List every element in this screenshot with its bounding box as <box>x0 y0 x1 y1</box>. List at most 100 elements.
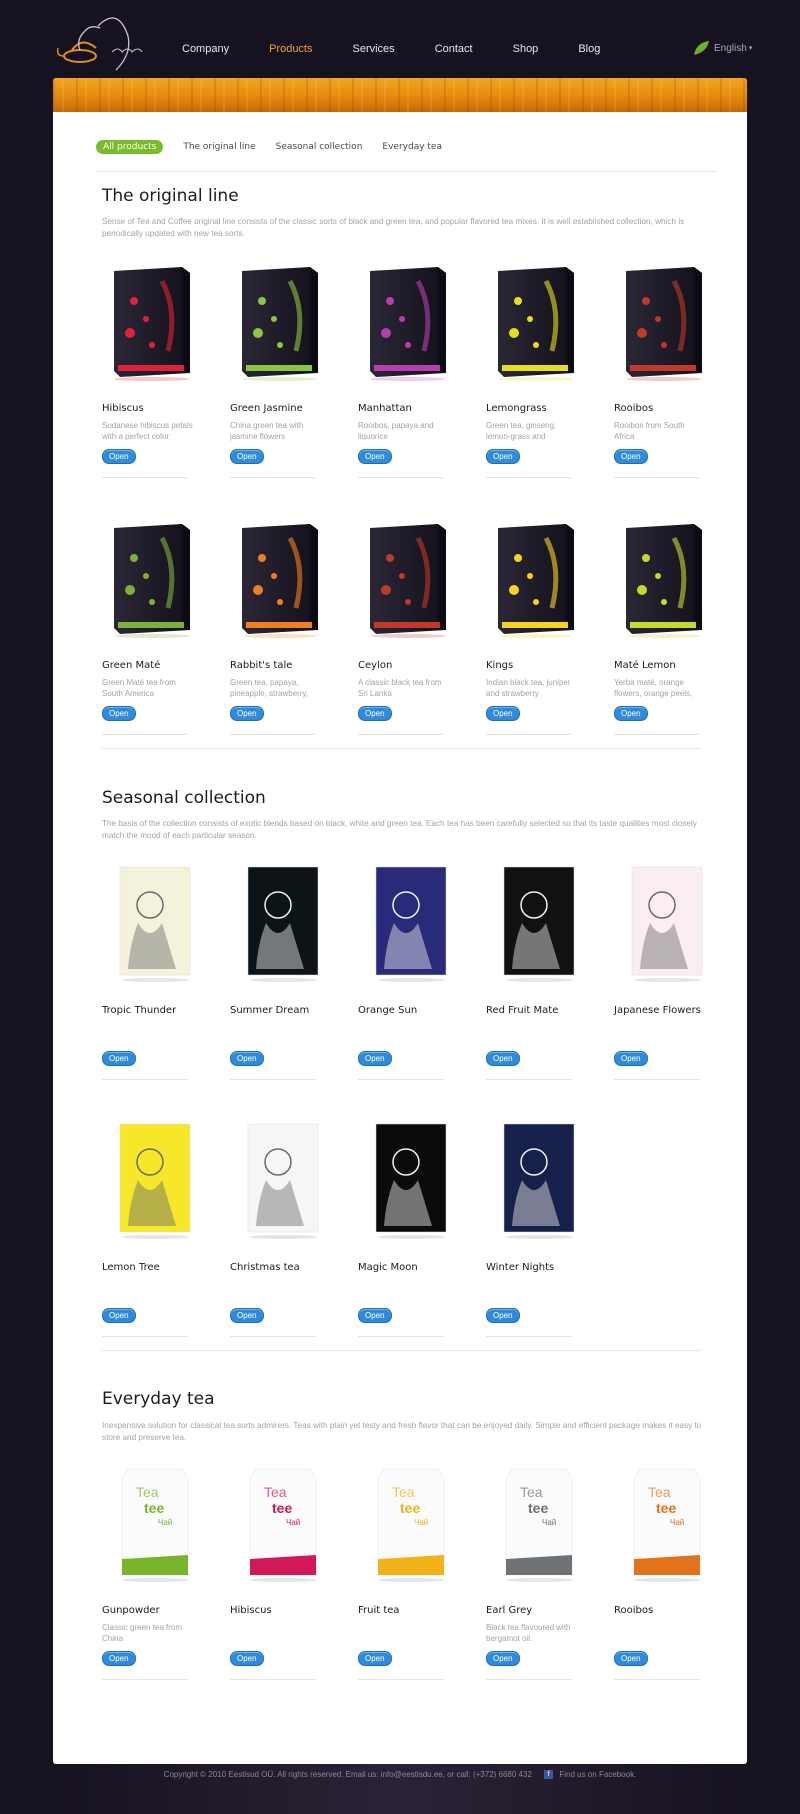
card-divider <box>230 1336 315 1337</box>
open-button[interactable]: Open <box>614 1051 648 1066</box>
open-button[interactable]: Open <box>230 1651 264 1666</box>
tab-original-line[interactable]: The original line <box>183 142 255 152</box>
product-image[interactable]: Tea tee Чай <box>102 1463 202 1583</box>
open-button[interactable]: Open <box>358 449 392 464</box>
language-selector[interactable]: English ▾ <box>692 40 752 56</box>
open-button[interactable]: Open <box>614 706 648 721</box>
facebook-icon[interactable]: f <box>544 1770 554 1780</box>
open-button[interactable]: Open <box>230 1051 264 1066</box>
section-divider <box>102 748 702 749</box>
svg-text:Чай: Чай <box>158 1518 172 1527</box>
open-button[interactable]: Open <box>230 706 264 721</box>
product-image[interactable] <box>102 863 202 983</box>
product-image[interactable] <box>230 1120 330 1240</box>
product-description <box>230 1622 322 1644</box>
product-name: Orange Sun <box>358 1005 418 1016</box>
product-name: Summer Dream <box>230 1005 310 1016</box>
open-button[interactable]: Open <box>358 1651 392 1666</box>
product-name: Tropic Thunder <box>102 1005 177 1016</box>
product-image[interactable]: Tea tee Чай <box>230 1463 330 1583</box>
product-image[interactable] <box>102 261 202 381</box>
product-description <box>230 1022 322 1044</box>
product-image[interactable] <box>614 518 714 638</box>
card-divider <box>614 1079 699 1080</box>
site-footer: Copyright © 2010 Eestisud OÜ. All rights… <box>0 1770 800 1780</box>
open-button[interactable]: Open <box>486 1308 520 1323</box>
svg-text:tee: tee <box>272 1500 292 1516</box>
card-divider <box>358 477 443 478</box>
product-description <box>486 1022 578 1044</box>
product-description: Black tea flavoured with bergamot oil. <box>486 1623 571 1643</box>
open-button[interactable]: Open <box>102 1308 136 1323</box>
open-button[interactable]: Open <box>358 1051 392 1066</box>
svg-text:Tea: Tea <box>392 1484 415 1500</box>
open-button[interactable]: Open <box>102 449 136 464</box>
product-image[interactable] <box>358 1120 458 1240</box>
tab-seasonal-collection[interactable]: Seasonal collection <box>276 142 363 152</box>
sense-logo[interactable] <box>50 6 154 72</box>
tab-all-products[interactable]: All products <box>96 140 164 154</box>
card-divider <box>486 734 571 735</box>
product-image[interactable] <box>102 518 202 638</box>
card-divider <box>358 1079 443 1080</box>
product-name: Maté Lemon <box>614 660 676 671</box>
product-name: Gunpowder <box>102 1605 160 1616</box>
card-divider <box>486 1679 571 1680</box>
product-image[interactable]: Tea tee Чай <box>486 1463 586 1583</box>
card-divider <box>358 1336 443 1337</box>
product-description: China green tea with jasmine flowers <box>230 421 304 441</box>
product-image[interactable] <box>230 863 330 983</box>
open-button[interactable]: Open <box>102 1651 136 1666</box>
nav-contact[interactable]: Contact <box>435 43 473 55</box>
product-image[interactable] <box>486 1120 586 1240</box>
nav-services[interactable]: Services <box>353 43 395 55</box>
product-name: Fruit tea <box>358 1605 400 1616</box>
product-description <box>230 1279 322 1301</box>
open-button[interactable]: Open <box>358 1308 392 1323</box>
product-name: Green Jasmine <box>230 403 303 414</box>
open-button[interactable]: Open <box>486 1651 520 1666</box>
nav-blog[interactable]: Blog <box>578 43 600 55</box>
section-desc-seasonal: The basis of the collection consists of … <box>102 819 697 840</box>
card-divider <box>230 1679 315 1680</box>
product-image[interactable]: Tea tee Чай <box>358 1463 458 1583</box>
section-title-everyday: Everyday tea <box>102 1389 215 1409</box>
open-button[interactable]: Open <box>486 706 520 721</box>
product-image[interactable] <box>486 518 586 638</box>
open-button[interactable]: Open <box>230 1308 264 1323</box>
product-image[interactable] <box>102 1120 202 1240</box>
site-header: Company Products Services Contact Shop B… <box>0 0 800 78</box>
open-button[interactable]: Open <box>102 706 136 721</box>
open-button[interactable]: Open <box>358 706 392 721</box>
product-image[interactable] <box>358 518 458 638</box>
product-image[interactable] <box>486 863 586 983</box>
product-name: Rooibos <box>614 1605 654 1616</box>
product-image[interactable] <box>230 261 330 381</box>
product-image[interactable] <box>358 261 458 381</box>
svg-text:Tea: Tea <box>264 1484 287 1500</box>
open-button[interactable]: Open <box>614 1651 648 1666</box>
nav-shop[interactable]: Shop <box>513 43 539 55</box>
product-description <box>358 1022 450 1044</box>
card-divider <box>486 477 571 478</box>
card-divider <box>230 1079 315 1080</box>
open-button[interactable]: Open <box>486 449 520 464</box>
product-image[interactable] <box>230 518 330 638</box>
product-image[interactable] <box>614 261 714 381</box>
product-description: Green tea, papaya, pineapple, strawberry… <box>230 678 309 698</box>
card-divider <box>614 1679 699 1680</box>
open-button[interactable]: Open <box>486 1051 520 1066</box>
open-button[interactable]: Open <box>614 449 648 464</box>
product-image[interactable] <box>486 261 586 381</box>
nav-products[interactable]: Products <box>269 43 312 55</box>
svg-text:Tea: Tea <box>648 1484 671 1500</box>
facebook-link[interactable]: Find us on Facebook. <box>559 1770 636 1779</box>
nav-company[interactable]: Company <box>182 43 229 55</box>
product-image[interactable] <box>358 863 458 983</box>
open-button[interactable]: Open <box>102 1051 136 1066</box>
copyright-text: Copyright © 2010 Eestisud OÜ. All rights… <box>163 1770 532 1779</box>
product-image[interactable]: Tea tee Чай <box>614 1463 714 1583</box>
open-button[interactable]: Open <box>230 449 264 464</box>
tab-everyday-tea[interactable]: Everyday tea <box>382 142 442 152</box>
product-image[interactable] <box>614 863 714 983</box>
